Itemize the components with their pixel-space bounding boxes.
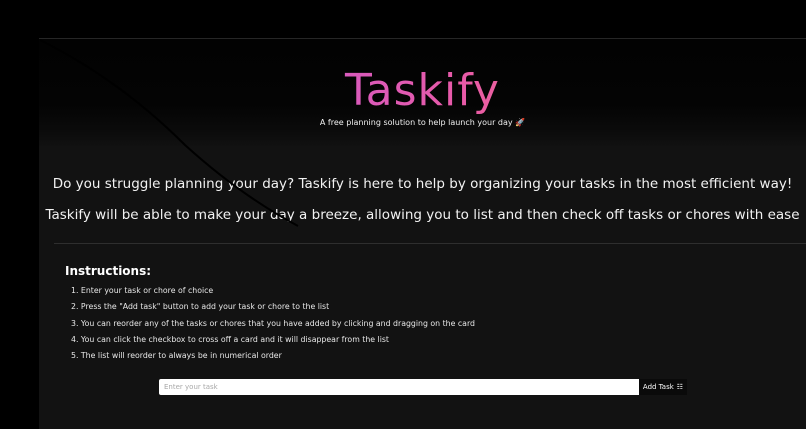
intro-line-1: Do you struggle planning your day? Taski… [52,176,793,192]
intro-line-2: Taskify will be able to make your day a … [45,207,800,223]
hero-header: Taskify A free planning solution to help… [39,38,806,148]
add-task-label: Add Task [642,383,674,391]
task-input[interactable] [159,379,639,395]
task-form: Add Task ☷ [159,379,687,395]
instructions-list: 1. Enter your task or chore of choice 2.… [71,283,475,364]
instruction-item: 3. You can reorder any of the tasks or c… [71,318,475,328]
page-container: Taskify A free planning solution to help… [39,38,806,429]
section-divider [54,243,806,244]
add-task-button[interactable]: Add Task ☷ [639,379,687,395]
instruction-item: 5. The list will reorder to always be in… [71,351,282,361]
instruction-item: 4. You can click the checkbox to cross o… [71,334,389,344]
page-subtitle: A free planning solution to help launch … [319,118,526,127]
instructions-heading: Instructions: [65,264,152,278]
list-icon: ☷ [676,383,684,391]
instruction-item: 2. Press the "Add task" button to add yo… [71,302,330,312]
instruction-item: 1. Enter your task or chore of choice [71,286,214,295]
page-title: Taskify [39,64,806,118]
